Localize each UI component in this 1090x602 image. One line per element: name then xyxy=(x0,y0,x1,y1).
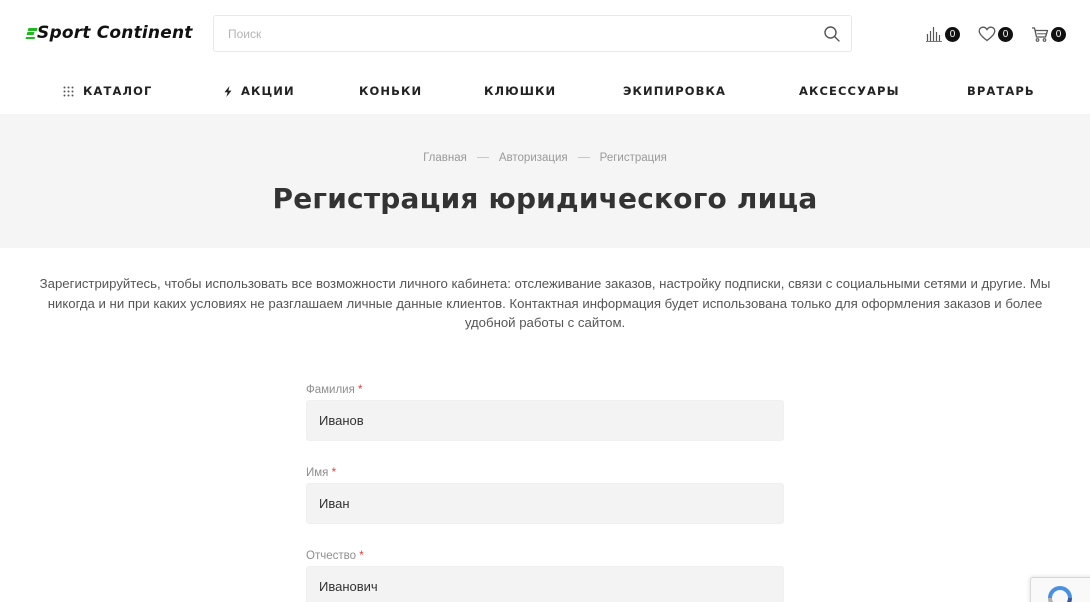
nav-item-sticks[interactable]: КЛЮШКИ xyxy=(484,84,556,98)
cart-icon xyxy=(1031,26,1049,42)
breadcrumb: Главная Авторизация Регистрация xyxy=(0,152,1090,164)
lastname-input[interactable] xyxy=(306,400,784,441)
recaptcha-icon xyxy=(1048,586,1072,602)
page-header-band: Главная Авторизация Регистрация Регистраци… xyxy=(0,114,1090,248)
nav-item-label: АКСЕССУАРЫ xyxy=(799,84,900,98)
intro-text: Зарегистрируйтесь, чтобы использовать вс… xyxy=(39,276,1051,330)
field-label: Отчество * xyxy=(306,546,784,566)
favorites-count-badge: 0 xyxy=(998,26,1013,42)
site-header: Sport Continent 0 0 0 xyxy=(0,0,1090,68)
breadcrumb-authorization[interactable]: Авторизация xyxy=(499,152,568,164)
nav-item-skates[interactable]: КОНЬКИ xyxy=(359,84,422,98)
logo-text: Sport Continent xyxy=(37,23,193,43)
nav-item-label: ЭКИПИРОВКА xyxy=(623,84,726,98)
nav-item-label: КОНЬКИ xyxy=(359,84,423,98)
firstname-field-group: Имя * xyxy=(306,463,784,524)
nav-item-label: АКЦИИ xyxy=(241,84,295,98)
recaptcha-badge[interactable] xyxy=(1030,577,1090,602)
required-mark: * xyxy=(359,550,364,562)
favorites-button[interactable]: 0 xyxy=(978,24,1013,44)
nav-item-goalie[interactable]: ВРАТАРЬ xyxy=(967,84,1035,98)
nav-item-label: КАТАЛОГ xyxy=(83,84,153,98)
nav-item-label: КЛЮШКИ xyxy=(484,84,557,98)
firstname-label: Имя xyxy=(306,467,329,479)
lastname-label: Фамилия xyxy=(306,384,355,396)
required-mark: * xyxy=(358,384,363,396)
search-icon[interactable] xyxy=(823,25,841,43)
compare-count-badge: 0 xyxy=(945,26,960,42)
breadcrumb-current: Регистрация xyxy=(599,152,667,164)
nav-item-equipment[interactable]: ЭКИПИРОВКА xyxy=(623,84,726,98)
nav-item-promotions[interactable]: АКЦИИ xyxy=(224,84,295,98)
middlename-field-group: Отчество * xyxy=(306,546,784,602)
grid-icon xyxy=(63,86,74,97)
required-mark: * xyxy=(331,467,337,479)
field-label: Имя * xyxy=(306,463,784,483)
logo-mark xyxy=(25,27,38,39)
nav-item-label: ВРАТАРЬ xyxy=(967,84,1035,98)
nav-item-accessories[interactable]: АКСЕССУАРЫ xyxy=(799,84,900,98)
search-box xyxy=(213,15,852,52)
breadcrumb-home[interactable]: Главная xyxy=(423,152,467,164)
compare-icon xyxy=(926,26,943,42)
middlename-label: Отчество xyxy=(306,550,356,562)
main-nav: КАТАЛОГ АКЦИИ КОНЬКИ КЛЮШКИ ЭКИПИРОВКА А… xyxy=(0,68,1090,114)
nav-item-catalog[interactable]: КАТАЛОГ xyxy=(63,84,152,98)
breadcrumb-separator xyxy=(577,157,590,159)
page-title: Регистрация юридического лица xyxy=(272,182,818,215)
middlename-input[interactable] xyxy=(306,566,784,602)
header-actions: 0 0 0 xyxy=(926,24,1066,44)
breadcrumb-separator xyxy=(476,157,489,159)
firstname-input[interactable] xyxy=(306,483,784,524)
field-label: Фамилия * xyxy=(306,380,784,400)
lightning-icon xyxy=(224,85,232,97)
cart-count-badge: 0 xyxy=(1051,26,1066,42)
heart-icon xyxy=(978,26,996,42)
site-logo[interactable]: Sport Continent xyxy=(25,22,193,44)
cart-button[interactable]: 0 xyxy=(1031,24,1066,44)
search-input[interactable] xyxy=(214,16,804,51)
compare-button[interactable]: 0 xyxy=(926,24,960,44)
lastname-field-group: Фамилия * xyxy=(306,380,784,441)
